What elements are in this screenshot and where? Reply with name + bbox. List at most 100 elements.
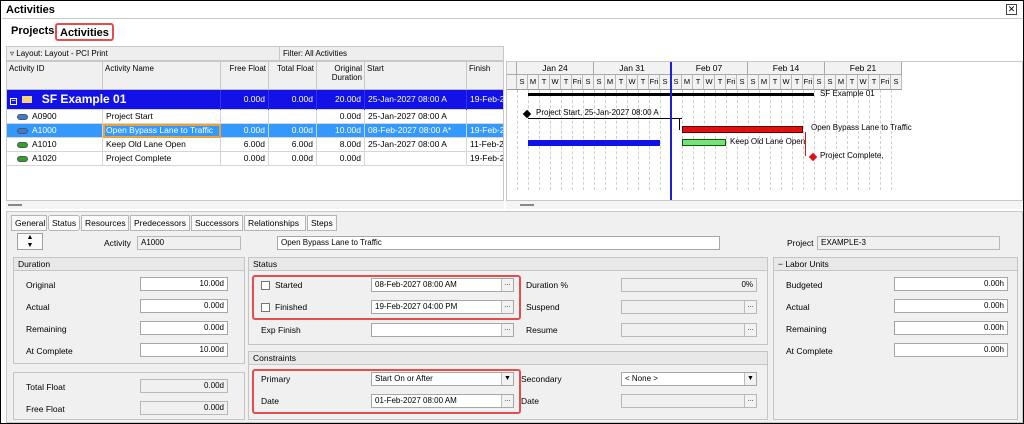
cell-orig-dur[interactable]: 0.00d bbox=[317, 152, 365, 166]
group-orig-dur: 20.00d bbox=[317, 90, 365, 110]
actual-duration-field[interactable]: 0.00d bbox=[140, 299, 228, 313]
tab-predecessors[interactable]: Predecessors bbox=[130, 215, 190, 231]
keep-lane-bar[interactable] bbox=[682, 139, 726, 146]
gantt-scrollbar[interactable] bbox=[506, 201, 1023, 209]
close-icon[interactable]: ✕ bbox=[1006, 4, 1017, 15]
cell-name[interactable]: Open Bypass Lane to Traffic bbox=[103, 124, 221, 138]
date-picker-button[interactable]: ... bbox=[744, 301, 756, 313]
filter-label[interactable]: Filter: All Activities bbox=[279, 47, 350, 60]
date-picker-button[interactable]: ... bbox=[501, 395, 513, 407]
secondary-constraint-select[interactable]: < None > ▼ bbox=[621, 372, 757, 386]
cell-start[interactable]: 25-Jan-2027 08:00 A bbox=[365, 138, 467, 152]
tab-successors[interactable]: Successors bbox=[191, 215, 243, 231]
cell-start[interactable]: 08-Feb-2027 08:00 A* bbox=[365, 124, 467, 138]
free-float-field[interactable]: 0.00d bbox=[140, 401, 228, 415]
constraint-date-field[interactable]: 01-Feb-2027 08:00 AM... bbox=[371, 394, 514, 408]
cell-name[interactable]: Project Start bbox=[103, 110, 221, 124]
at-complete-duration-field[interactable]: 10.00d bbox=[140, 343, 228, 357]
cell-id[interactable]: A1010 bbox=[7, 138, 103, 152]
tab-steps[interactable]: Steps bbox=[307, 215, 337, 231]
cell-id[interactable]: A1000 bbox=[7, 124, 103, 138]
actual-units-field[interactable]: 0.00h bbox=[894, 299, 1008, 313]
tab-activities[interactable]: Activities bbox=[55, 23, 114, 41]
project-complete-milestone[interactable] bbox=[808, 152, 818, 162]
at-complete-units-field[interactable]: 0.00h bbox=[894, 343, 1008, 357]
col-header-start[interactable]: Start bbox=[365, 62, 467, 90]
table-row[interactable]: A1020 Project Complete 0.00d 0.00d 0.00d 19-F… bbox=[7, 152, 503, 166]
cell-total-float[interactable] bbox=[269, 110, 317, 124]
cell-total-float[interactable]: 6.00d bbox=[269, 138, 317, 152]
project-field[interactable]: EXAMPLE-3 bbox=[817, 236, 1000, 250]
cell-start[interactable]: 25-Jan-2027 08:00 A bbox=[365, 110, 467, 124]
cell-id[interactable]: A0900 bbox=[7, 110, 103, 124]
tab-status[interactable]: Status bbox=[48, 215, 80, 231]
cell-name[interactable]: Project Complete bbox=[103, 152, 221, 166]
table-row[interactable]: A0900 Project Start 0.00d 25-Jan-2027 08:00… bbox=[7, 110, 503, 124]
col-header-finish[interactable]: Finish bbox=[467, 62, 503, 90]
cell-finish[interactable]: 11-Feb-2 bbox=[467, 138, 503, 152]
cell-free-float[interactable]: 0.00d bbox=[221, 124, 269, 138]
nav-updown-button[interactable]: ▲ ▼ bbox=[17, 233, 43, 250]
chevron-down-icon[interactable]: ▼ bbox=[744, 373, 756, 385]
cell-orig-dur[interactable]: 10.00d bbox=[317, 124, 365, 138]
col-header-original-duration[interactable]: Original Duration bbox=[317, 62, 365, 90]
total-float-field[interactable]: 0.00d bbox=[140, 379, 228, 393]
keep-lane-actual-bar[interactable] bbox=[528, 140, 660, 146]
collapse-icon[interactable]: − bbox=[10, 98, 17, 105]
tab-resources[interactable]: Resources bbox=[81, 215, 129, 231]
scroll-thumb[interactable] bbox=[8, 204, 22, 206]
date-picker-button[interactable]: ... bbox=[501, 301, 513, 313]
activity-name-field[interactable]: Open Bypass Lane to Traffic bbox=[277, 236, 720, 250]
secondary-date-field[interactable]: ... bbox=[621, 394, 757, 408]
started-date-field[interactable]: 08-Feb-2027 08:00 AM... bbox=[371, 278, 514, 292]
cell-orig-dur[interactable]: 8.00d bbox=[317, 138, 365, 152]
date-picker-button[interactable]: ... bbox=[744, 395, 756, 407]
keep-lane-label: Keep Old Lane Open bbox=[730, 137, 806, 146]
date-picker-button[interactable]: ... bbox=[744, 324, 756, 336]
primary-constraint-select[interactable]: Start On or After ▼ bbox=[371, 372, 514, 386]
bypass-lane-bar[interactable] bbox=[682, 126, 803, 133]
chevron-down-icon[interactable]: ▼ bbox=[501, 373, 513, 385]
exp-finish-label: Exp Finish bbox=[261, 325, 301, 335]
cell-orig-dur[interactable]: 0.00d bbox=[317, 110, 365, 124]
cell-total-float[interactable]: 0.00d bbox=[269, 124, 317, 138]
wbs-group-row[interactable]: − SF Example 01 0.00d 0.00d 20.00d 25-Ja… bbox=[7, 90, 503, 110]
cell-finish[interactable] bbox=[467, 110, 503, 124]
col-header-activity-id[interactable]: Activity ID bbox=[7, 62, 103, 90]
suspend-field[interactable]: ... bbox=[621, 300, 757, 314]
col-header-activity-name[interactable]: Activity Name bbox=[103, 62, 221, 90]
date-picker-button[interactable]: ... bbox=[501, 279, 513, 291]
col-header-free-float[interactable]: Free Float bbox=[221, 62, 269, 90]
date-picker-button[interactable]: ... bbox=[501, 324, 513, 336]
budgeted-units-field[interactable]: 0.00h bbox=[894, 277, 1008, 291]
remaining-duration-field[interactable]: 0.00d bbox=[140, 321, 228, 335]
cell-finish[interactable]: 19-Feb-2 bbox=[467, 152, 503, 166]
finished-date-field[interactable]: 19-Feb-2027 04:00 PM... bbox=[371, 300, 514, 314]
exp-finish-field[interactable]: ... bbox=[371, 323, 514, 337]
table-row[interactable]: A1010 Keep Old Lane Open 6.00d 6.00d 8.00d 25… bbox=[7, 138, 503, 152]
resume-field[interactable]: ... bbox=[621, 323, 757, 337]
original-duration-field[interactable]: 10.00d bbox=[140, 277, 228, 291]
layout-selector[interactable]: ▿ Layout: Layout - PCI Print bbox=[10, 49, 108, 58]
started-checkbox[interactable] bbox=[261, 281, 270, 290]
table-scrollbar[interactable] bbox=[6, 201, 504, 209]
scroll-thumb[interactable] bbox=[520, 204, 534, 206]
cell-total-float[interactable]: 0.00d bbox=[269, 152, 317, 166]
tab-general[interactable]: General bbox=[11, 215, 47, 231]
cell-start[interactable] bbox=[365, 152, 467, 166]
cell-name[interactable]: Keep Old Lane Open bbox=[103, 138, 221, 152]
col-header-total-float[interactable]: Total Float bbox=[269, 62, 317, 90]
remaining-units-field[interactable]: 0.00h bbox=[894, 321, 1008, 335]
cell-free-float[interactable]: 0.00d bbox=[221, 152, 269, 166]
table-row[interactable]: A1000 Open Bypass Lane to Traffic 0.00d 0.0… bbox=[7, 124, 503, 138]
cell-free-float[interactable]: 6.00d bbox=[221, 138, 269, 152]
cell-finish[interactable]: 19-Feb-2 bbox=[467, 124, 503, 138]
finished-checkbox[interactable] bbox=[261, 303, 270, 312]
activity-id-field[interactable]: A1000 bbox=[137, 236, 241, 250]
cell-id[interactable]: A1020 bbox=[7, 152, 103, 166]
cell-free-float[interactable] bbox=[221, 110, 269, 124]
tab-relationships[interactable]: Relationships bbox=[244, 215, 306, 231]
tab-projects[interactable]: Projects bbox=[8, 23, 57, 41]
duration-pct-field[interactable]: 0% bbox=[621, 278, 757, 292]
project-start-milestone[interactable] bbox=[522, 109, 532, 119]
